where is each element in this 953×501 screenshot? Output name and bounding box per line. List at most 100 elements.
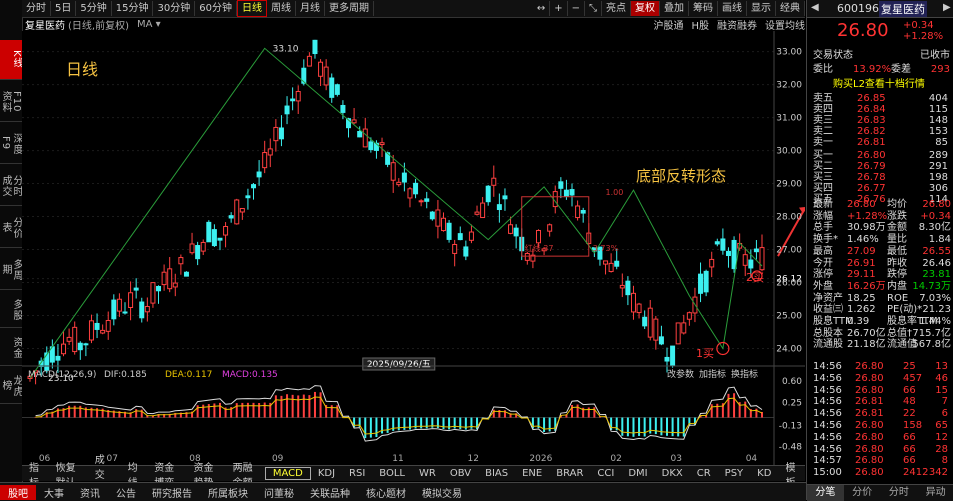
info-tab-1[interactable]: 大事 (36, 485, 72, 500)
info-tab-7[interactable]: 关联品种 (302, 485, 358, 500)
toolbar-right-0[interactable]: 亮点 (602, 1, 631, 16)
macd-header: DIF:0.185 (104, 370, 147, 380)
period-2[interactable]: 5分钟 (76, 1, 112, 16)
toolbar-icon-1[interactable]: + (550, 1, 568, 16)
indicator-tab-13[interactable]: BIAS (478, 468, 515, 479)
ma-dropdown[interactable]: MA ▾ (137, 19, 161, 30)
info-tab-4[interactable]: 研究报告 (144, 485, 200, 500)
quote-panel: ◀ 600196 复星医药 ▶ 26.80 +0.34 +1.28% 交易状态 已… (806, 0, 953, 501)
period-5[interactable]: 60分钟 (195, 1, 237, 16)
info-tabs: 股吧 大事 资讯 公告 研究报告 所属板块 问董秘 关联品种 核心题材 模拟交易 (0, 482, 806, 501)
indicator-tab-14[interactable]: ENE (515, 468, 549, 479)
indicator-tab-11[interactable]: WR (412, 468, 443, 479)
side-tab-7[interactable]: 资金 (0, 330, 22, 366)
buy2-label: 2买 (746, 271, 764, 284)
period-8[interactable]: 月线 (296, 1, 325, 16)
quote-tab-0[interactable]: 分笔 (807, 485, 844, 501)
title-link-1[interactable]: H股 (691, 17, 709, 32)
info-tab-9[interactable]: 模拟交易 (414, 485, 470, 500)
info-tab-8[interactable]: 核心题材 (358, 485, 414, 500)
indicator-tab-7[interactable]: MACD (264, 467, 311, 480)
candle-body (128, 292, 134, 309)
info-tab-3[interactable]: 公告 (108, 485, 144, 500)
candle-body (686, 312, 692, 320)
stat-row: 外盘 16.26万 内盘 14.73万 (807, 281, 953, 293)
period-6[interactable]: 日线 (236, 0, 267, 17)
indicator-tab-17[interactable]: DMI (621, 468, 654, 479)
title-link-0[interactable]: 沪股通 (653, 17, 683, 32)
indicator-tab-19[interactable]: CR (690, 468, 718, 479)
stock-name-panel: 复星医药 (879, 1, 927, 17)
macd-button-1[interactable]: 加指标 (699, 368, 726, 380)
indicator-tab-21[interactable]: KD (750, 468, 778, 479)
info-tab-6[interactable]: 问董秘 (256, 485, 302, 500)
toolbar-icon-0[interactable]: ↔ (533, 1, 551, 16)
quote-tab-2[interactable]: 分时 (881, 485, 918, 501)
period-3[interactable]: 15分钟 (112, 1, 154, 16)
price-tick-label: 24.00 (776, 345, 802, 355)
candle-body (239, 207, 245, 213)
quote-tab-1[interactable]: 分价 (844, 485, 881, 501)
back-arrow-icon[interactable]: ◀ (811, 2, 819, 13)
forward-arrow-icon[interactable]: ▶ (943, 2, 951, 13)
x-tick-label: 2026 (529, 454, 552, 464)
period-1[interactable]: 5日 (51, 1, 77, 16)
tick-row: 14:56 26.80 158 65 (807, 420, 953, 432)
candle-body (105, 320, 111, 332)
candle-body (435, 209, 441, 227)
macd-button-0[interactable]: 改参数 (667, 368, 694, 380)
price-change: +0.34 (903, 20, 934, 31)
period-0[interactable]: 分时 (22, 1, 51, 16)
candle-body (563, 189, 569, 198)
period-7[interactable]: 周线 (267, 1, 296, 16)
candle-body (709, 258, 715, 268)
side-tab-6[interactable]: 多股 (0, 292, 22, 328)
toolbar-icon-3[interactable]: ⤡ (585, 1, 602, 16)
indicator-tab-8[interactable]: KDJ (311, 468, 342, 479)
toolbar-right-1[interactable]: 复权 (631, 1, 660, 16)
title-link-3[interactable]: 设置均线 (765, 17, 805, 32)
indicator-tab-12[interactable]: OBV (443, 468, 478, 479)
period-9[interactable]: 更多周期 (325, 1, 374, 16)
candle-body (664, 356, 670, 362)
candle-body (474, 211, 480, 215)
kline-chart[interactable]: 红线 37 3.73%1.0033.1023.102025/09/26/五 MAC… (22, 31, 805, 465)
title-link-2[interactable]: 融资融券 (717, 17, 757, 32)
stat-label: 最高 (813, 245, 833, 257)
side-tab-0[interactable]: K线 (0, 40, 22, 80)
candle-body (603, 260, 609, 265)
candle-body (83, 343, 89, 346)
side-tab-8[interactable]: 龙虎榜 (0, 368, 22, 404)
period-4[interactable]: 30分钟 (153, 1, 196, 16)
candle-body (278, 127, 284, 140)
stat-value: 1.262 (847, 304, 876, 316)
indicator-tab-18[interactable]: DKX (655, 468, 690, 479)
side-tab-3[interactable]: 分时成交 (0, 166, 22, 206)
candle-body (183, 271, 189, 277)
quote-tab-3[interactable]: 异动 (917, 485, 953, 501)
side-tab-5[interactable]: 多周期 (0, 250, 22, 290)
stat-value: 567.8亿 (912, 339, 951, 351)
info-tab-0[interactable]: 股吧 (0, 484, 36, 500)
indicator-tab-9[interactable]: RSI (342, 468, 372, 479)
toolbar-right-4[interactable]: 画线 (718, 1, 747, 16)
indicator-tab-20[interactable]: PSY (718, 468, 751, 479)
toolbar-icon-2[interactable]: − (568, 1, 585, 16)
side-tab-2[interactable]: 深度F9 (0, 124, 22, 164)
toolbar-right-6[interactable]: 经典 (776, 1, 805, 16)
indicator-tab-10[interactable]: BOLL (372, 468, 412, 479)
macd-button-2[interactable]: 换指标 (731, 368, 758, 380)
candle-body (619, 284, 625, 289)
toolbar-right-5[interactable]: 显示 (747, 1, 776, 16)
candle-body (513, 227, 519, 237)
toolbar-right-2[interactable]: 叠加 (660, 1, 689, 16)
indicator-tab-16[interactable]: CCI (590, 468, 621, 479)
side-tab-4[interactable]: 分价表 (0, 208, 22, 248)
info-tab-5[interactable]: 所属板块 (200, 485, 256, 500)
candle-body (144, 306, 150, 313)
side-tab-1[interactable]: F10资料 (0, 82, 22, 122)
stat-row: 收益㈢ 1.262 PE(动)* 21.23 (807, 304, 953, 316)
indicator-tab-15[interactable]: BRAR (549, 468, 590, 479)
toolbar-right-3[interactable]: 筹码 (689, 1, 718, 16)
info-tab-2[interactable]: 资讯 (72, 485, 108, 500)
